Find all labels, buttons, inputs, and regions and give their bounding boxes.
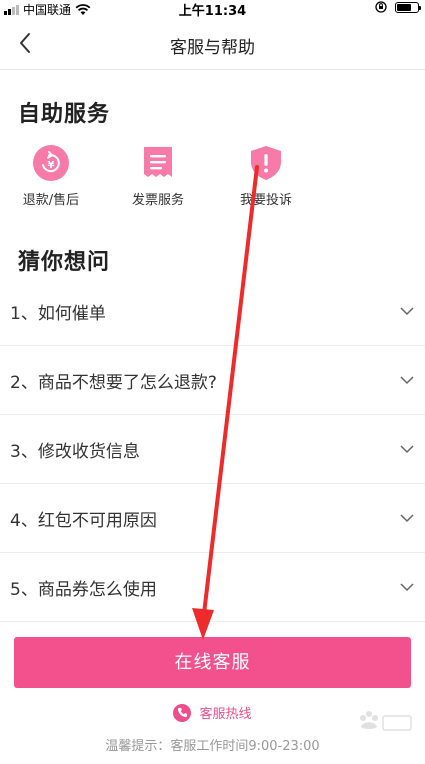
faq-question: 3、修改收货信息: [10, 442, 140, 462]
complaint-service-label: 我要投诉: [239, 193, 292, 208]
faq-title: 猜你想问: [18, 250, 111, 275]
faq-question: 1、如何催单: [10, 304, 106, 324]
svg-text:¥: ¥: [48, 160, 55, 171]
invoice-service-label: 发票服务: [131, 193, 184, 208]
chevron-down-icon: [400, 376, 414, 385]
status-bar: 中国联通 上午11:34: [0, 0, 425, 19]
self-service-title: 自助服务: [18, 102, 111, 127]
refund-icon: ¥: [33, 145, 69, 181]
invoice-service-button[interactable]: 发票服务: [113, 145, 203, 208]
status-time: 上午11:34: [178, 4, 247, 19]
status-right: [375, 1, 421, 13]
faq-item[interactable]: 1、如何催单: [0, 277, 425, 346]
faq-question: 2、商品不想要了怎么退款?: [10, 373, 217, 393]
faq-item[interactable]: 5、商品券怎么使用: [0, 553, 425, 622]
chevron-down-icon: [400, 445, 414, 454]
hotline-label: 客服热线: [199, 707, 252, 722]
online-service-button[interactable]: 在线客服: [14, 637, 411, 688]
faq-question: 4、红包不可用原因: [10, 511, 157, 531]
chevron-down-icon: [400, 514, 414, 523]
battery-icon: [395, 1, 421, 13]
complaint-service-button[interactable]: 我要投诉: [221, 145, 311, 208]
watermark-logo: [355, 708, 415, 738]
nav-bar: 客服与帮助: [0, 18, 425, 70]
faq-item[interactable]: 3、修改收货信息: [0, 415, 425, 484]
page-title: 客服与帮助: [170, 38, 255, 58]
phone-icon: [173, 703, 192, 722]
chevron-down-icon: [400, 583, 414, 592]
faq-question: 5、商品券怎么使用: [10, 580, 157, 600]
invoice-icon: [144, 147, 172, 177]
refund-service-label: 退款/售后: [22, 193, 80, 208]
complaint-shield-icon: [251, 146, 281, 180]
refund-service-button[interactable]: ¥ 退款/售后: [6, 145, 96, 208]
faq-item[interactable]: 2、商品不想要了怎么退款?: [0, 346, 425, 415]
orientation-lock-icon: [375, 1, 387, 13]
faq-item[interactable]: 4、红包不可用原因: [0, 484, 425, 553]
chevron-down-icon: [400, 307, 414, 316]
